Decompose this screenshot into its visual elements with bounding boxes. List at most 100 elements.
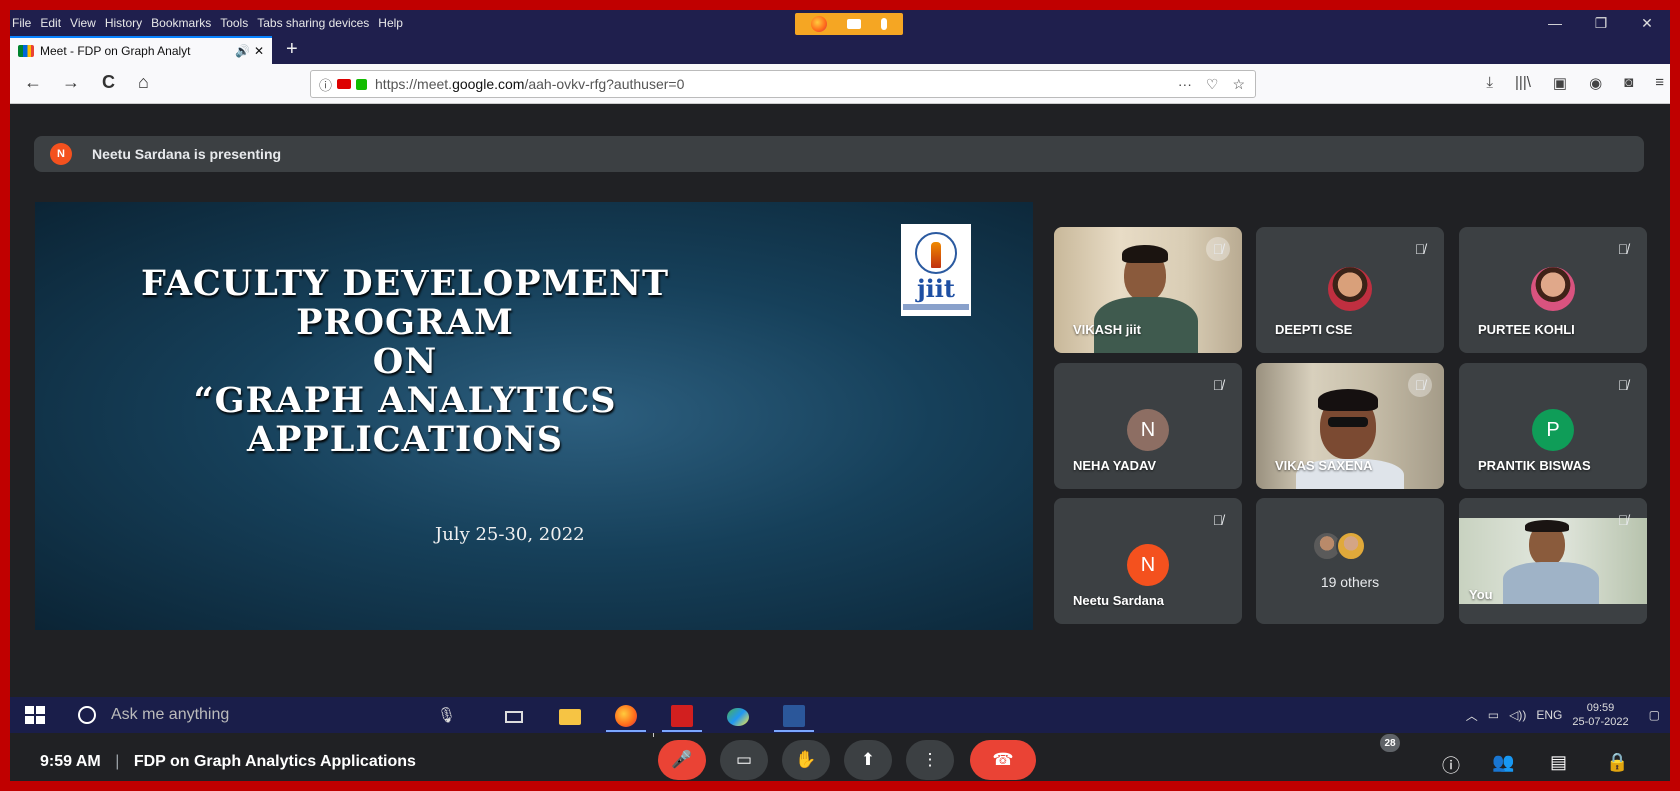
participant-name: You xyxy=(1469,587,1493,602)
sidebar-icon[interactable]: ▣ xyxy=(1553,74,1567,92)
meeting-time: 9:59 AM xyxy=(40,753,101,770)
firefox-icon xyxy=(811,16,827,32)
paint-icon[interactable] xyxy=(718,702,758,732)
screenshot-icon[interactable]: ◙ xyxy=(1624,74,1633,92)
speaker-icon[interactable]: 🔊 xyxy=(235,44,250,58)
meeting-details-icon[interactable]: ⓘ xyxy=(1442,752,1460,778)
participant-tile[interactable]: 🎙̸ VIKASH jiit xyxy=(1054,227,1242,353)
tray-chevron-icon[interactable]: ︿ xyxy=(1466,707,1478,724)
muted-mic-icon: 🎙̸ xyxy=(1408,373,1432,397)
reload-button[interactable]: C xyxy=(102,72,115,93)
muted-mic-icon: 🎙̸ xyxy=(1617,512,1629,528)
chat-icon[interactable]: ▤ xyxy=(1550,752,1567,773)
host-controls-icon[interactable]: 🔒 xyxy=(1606,752,1628,773)
participant-tile[interactable]: 🎙̸ DEEPTI CSE xyxy=(1256,227,1444,353)
page-actions-icon[interactable]: ··· xyxy=(1178,76,1192,93)
slide-title-line-5: APPLICATIONS xyxy=(246,419,564,460)
bookmark-star-icon[interactable]: ☆ xyxy=(1232,76,1245,93)
menu-view[interactable]: View xyxy=(70,16,96,30)
home-button[interactable]: ⌂ xyxy=(138,72,149,93)
participant-tile[interactable]: 🎙̸ VIKAS SAXENA xyxy=(1256,363,1444,489)
muted-mic-icon: 🎙̸ xyxy=(1617,377,1629,393)
participant-tile[interactable]: P 🎙̸ PRANTIK BISWAS xyxy=(1459,363,1647,489)
participant-letter-avatar: N xyxy=(1127,409,1169,451)
presenter-avatar: N xyxy=(50,143,72,165)
menu-tabs-sharing-devices[interactable]: Tabs sharing devices xyxy=(257,16,369,30)
info-icon[interactable]: ⓘ xyxy=(319,75,332,94)
slide-title-line-1: FACULTY DEVELOPMENT xyxy=(140,263,670,304)
others-count: 19 others xyxy=(1320,574,1380,590)
url-bar[interactable]: ⓘ https://meet. google.com/aah-ovkv-rfg?a… xyxy=(310,70,1256,98)
close-window-button[interactable]: ✕ xyxy=(1624,10,1670,36)
separator: | xyxy=(115,753,120,770)
forward-button[interactable]: → xyxy=(62,72,80,93)
navigation-bar: ← → C ⌂ ⓘ https://meet. google.com/aah-ov… xyxy=(10,64,1670,104)
muted-mic-icon: 🎙̸ xyxy=(1212,512,1224,528)
microphone-toggle-button[interactable]: 🎤 xyxy=(658,740,706,780)
taskbar-search[interactable]: Ask me anything 🎙 xyxy=(62,697,482,733)
microphone-icon xyxy=(881,18,887,30)
acrobat-icon[interactable] xyxy=(662,702,702,732)
people-icon[interactable]: 👥 xyxy=(1492,752,1514,773)
file-explorer-icon[interactable] xyxy=(550,702,590,732)
windows-start-icon[interactable] xyxy=(25,706,45,724)
more-options-button[interactable]: ⋮ xyxy=(906,740,954,780)
hamburger-menu-icon[interactable]: ≡ xyxy=(1655,74,1664,92)
muted-mic-icon: 🎙̸ xyxy=(1414,241,1426,257)
participant-avatar xyxy=(1328,267,1372,311)
minimize-button[interactable]: — xyxy=(1532,10,1578,36)
url-host: google.com xyxy=(452,76,525,92)
volume-icon[interactable]: ◁)) xyxy=(1509,708,1526,722)
participant-tile[interactable]: 🎙̸ PURTEE KOHLI xyxy=(1459,227,1647,353)
menu-edit[interactable]: Edit xyxy=(40,16,61,30)
back-button[interactable]: ← xyxy=(24,72,42,93)
menu-tools[interactable]: Tools xyxy=(220,16,248,30)
library-icon[interactable]: |||\ xyxy=(1515,74,1531,92)
presenting-banner: N Neetu Sardana is presenting xyxy=(34,136,1644,172)
restore-button[interactable]: ❐ xyxy=(1578,10,1624,36)
pocket-icon[interactable]: ♡ xyxy=(1206,76,1219,93)
participant-tile[interactable]: N 🎙̸ Neetu Sardana xyxy=(1054,498,1242,624)
participant-name: DEEPTI CSE xyxy=(1275,322,1353,337)
menu-help[interactable]: Help xyxy=(378,16,403,30)
participant-letter-avatar: P xyxy=(1532,409,1574,451)
participant-name: Neetu Sardana xyxy=(1073,593,1165,608)
microphone-icon[interactable]: 🎙 xyxy=(437,706,456,724)
muted-mic-icon: 🎙̸ xyxy=(1212,377,1224,393)
downloads-icon[interactable]: ⤓ xyxy=(1486,74,1493,92)
clock[interactable]: 09:59 25-07-2022 xyxy=(1572,701,1628,729)
participant-tile[interactable]: N 🎙̸ NEHA YADAV xyxy=(1054,363,1242,489)
tab-title: Meet - FDP on Graph Analyt xyxy=(40,44,191,58)
new-tab-button[interactable]: + xyxy=(286,38,298,61)
notifications-icon[interactable]: ▢ xyxy=(1649,708,1660,722)
word-icon[interactable] xyxy=(774,702,814,732)
meeting-title: FDP on Graph Analytics Applications xyxy=(133,753,416,770)
slide-title-line-2: PROGRAM xyxy=(296,302,514,343)
network-icon[interactable]: ▭ xyxy=(1488,708,1499,722)
participant-tile-self[interactable]: 🎙̸ You xyxy=(1459,498,1647,624)
raise-hand-button[interactable]: ✋ xyxy=(782,740,830,780)
account-icon[interactable]: ◉ xyxy=(1589,74,1602,92)
camera-toggle-button[interactable]: ▭ xyxy=(720,740,768,780)
task-view-icon[interactable] xyxy=(494,702,534,732)
tab-close-button[interactable]: ✕ xyxy=(254,44,264,58)
menu-file[interactable]: File xyxy=(12,16,31,30)
camera-icon xyxy=(847,19,861,29)
windows-taskbar: Ask me anything 🎙 ︿ ▭ ◁)) ENG 09:59 25-0… xyxy=(10,697,1670,733)
menu-history[interactable]: History xyxy=(105,16,142,30)
muted-mic-icon: 🎙̸ xyxy=(1206,237,1230,261)
others-tile[interactable]: 19 others xyxy=(1256,498,1444,624)
language-indicator[interactable]: ENG xyxy=(1536,708,1562,722)
present-screen-button[interactable]: ⬆ xyxy=(844,740,892,780)
camera-permission-icon[interactable] xyxy=(337,79,352,89)
clock-date: 25-07-2022 xyxy=(1572,716,1629,728)
menu-bookmarks[interactable]: Bookmarks xyxy=(151,16,211,30)
media-sharing-indicator[interactable] xyxy=(795,13,903,35)
lock-icon[interactable] xyxy=(356,78,368,90)
leave-call-button[interactable]: ☎ xyxy=(970,740,1036,780)
firefox-taskbar-icon[interactable] xyxy=(606,702,646,732)
participant-name: VIKASH jiit xyxy=(1073,322,1141,337)
cortana-icon xyxy=(78,706,96,724)
presentation-slide: FACULTY DEVELOPMENT PROGRAM ON “GRAPH AN… xyxy=(35,202,1033,630)
tab-meet[interactable]: Meet - FDP on Graph Analyt 🔊 ✕ xyxy=(10,36,272,64)
